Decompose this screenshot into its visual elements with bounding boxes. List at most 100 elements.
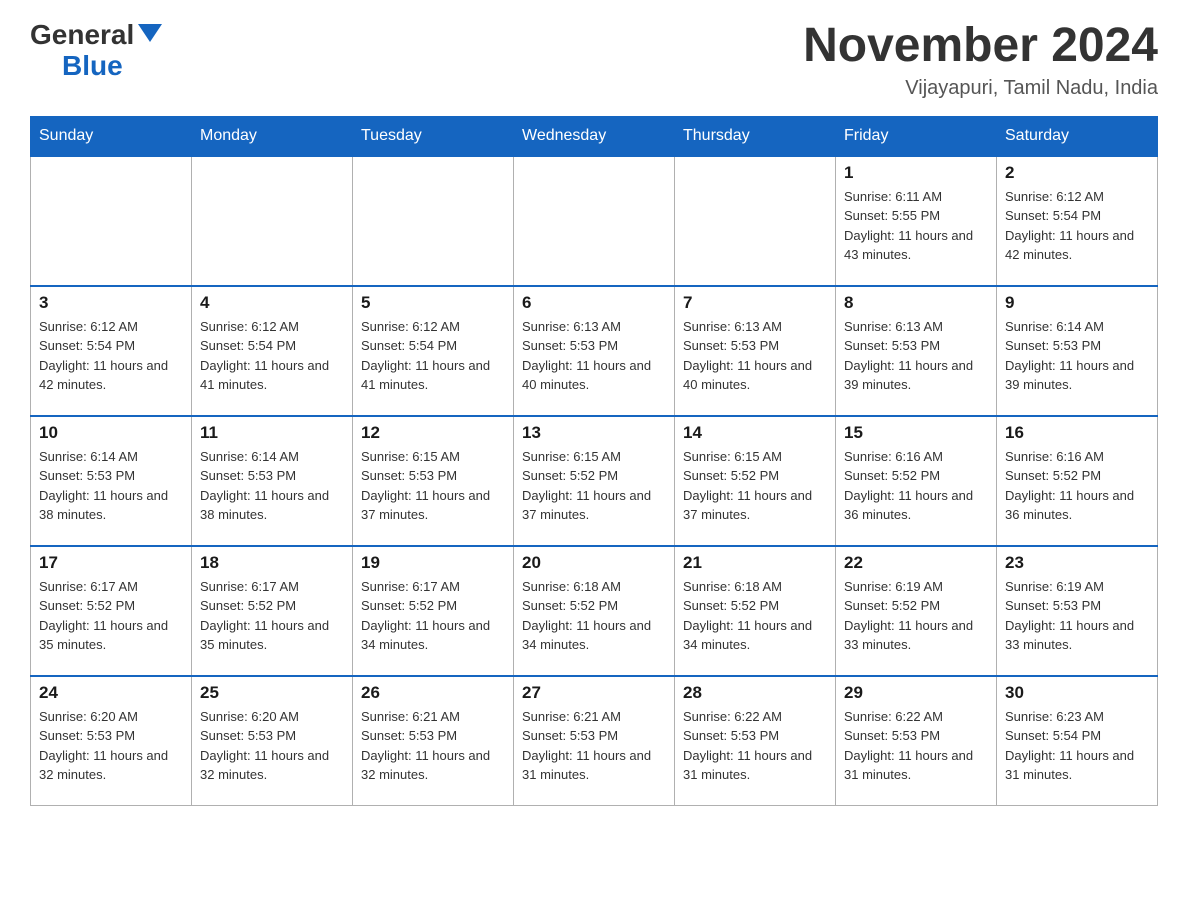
title-block: November 2024 Vijayapuri, Tamil Nadu, In…	[803, 20, 1158, 100]
cell-info-text: Sunrise: 6:17 AMSunset: 5:52 PMDaylight:…	[361, 577, 505, 655]
cell-day-number: 11	[200, 423, 344, 443]
calendar-cell	[31, 156, 192, 286]
cell-day-number: 15	[844, 423, 988, 443]
calendar-cell: 17 Sunrise: 6:17 AMSunset: 5:52 PMDayligh…	[31, 546, 192, 676]
calendar-cell: 26 Sunrise: 6:21 AMSunset: 5:53 PMDayligh…	[353, 676, 514, 806]
calendar-week-row: 24 Sunrise: 6:20 AMSunset: 5:53 PMDayligh…	[31, 676, 1158, 806]
cell-day-number: 30	[1005, 683, 1149, 703]
calendar-cell: 3 Sunrise: 6:12 AMSunset: 5:54 PMDaylight…	[31, 286, 192, 416]
calendar-cell: 2 Sunrise: 6:12 AMSunset: 5:54 PMDaylight…	[997, 156, 1158, 286]
cell-info-text: Sunrise: 6:12 AMSunset: 5:54 PMDaylight:…	[1005, 187, 1149, 265]
calendar-cell: 11 Sunrise: 6:14 AMSunset: 5:53 PMDayligh…	[192, 416, 353, 546]
cell-day-number: 6	[522, 293, 666, 313]
day-header-saturday: Saturday	[997, 116, 1158, 156]
cell-day-number: 14	[683, 423, 827, 443]
logo: General Blue	[30, 20, 162, 82]
cell-info-text: Sunrise: 6:13 AMSunset: 5:53 PMDaylight:…	[844, 317, 988, 395]
cell-day-number: 21	[683, 553, 827, 573]
calendar-cell	[192, 156, 353, 286]
day-header-tuesday: Tuesday	[353, 116, 514, 156]
cell-info-text: Sunrise: 6:15 AMSunset: 5:53 PMDaylight:…	[361, 447, 505, 525]
calendar-cell: 18Sunrise: 6:17 AMSunset: 5:52 PMDayligh…	[192, 546, 353, 676]
calendar-cell: 20 Sunrise: 6:18 AMSunset: 5:52 PMDayligh…	[514, 546, 675, 676]
cell-info-text: Sunrise: 6:12 AMSunset: 5:54 PMDaylight:…	[39, 317, 183, 395]
page-header: General Blue November 2024 Vijayapuri, T…	[30, 20, 1158, 100]
cell-day-number: 18	[200, 553, 344, 573]
calendar-cell: 27Sunrise: 6:21 AMSunset: 5:53 PMDayligh…	[514, 676, 675, 806]
day-header-friday: Friday	[836, 116, 997, 156]
calendar-header-row: SundayMondayTuesdayWednesdayThursdayFrid…	[31, 116, 1158, 156]
calendar-cell: 6 Sunrise: 6:13 AMSunset: 5:53 PMDaylight…	[514, 286, 675, 416]
day-header-sunday: Sunday	[31, 116, 192, 156]
day-header-monday: Monday	[192, 116, 353, 156]
calendar-cell: 10Sunrise: 6:14 AMSunset: 5:53 PMDayligh…	[31, 416, 192, 546]
cell-day-number: 4	[200, 293, 344, 313]
calendar-cell: 12 Sunrise: 6:15 AMSunset: 5:53 PMDayligh…	[353, 416, 514, 546]
calendar-cell: 9 Sunrise: 6:14 AMSunset: 5:53 PMDaylight…	[997, 286, 1158, 416]
cell-day-number: 29	[844, 683, 988, 703]
cell-info-text: Sunrise: 6:20 AMSunset: 5:53 PMDaylight:…	[200, 707, 344, 785]
calendar-cell: 16Sunrise: 6:16 AMSunset: 5:52 PMDayligh…	[997, 416, 1158, 546]
cell-day-number: 2	[1005, 163, 1149, 183]
calendar-cell: 25 Sunrise: 6:20 AMSunset: 5:53 PMDayligh…	[192, 676, 353, 806]
cell-day-number: 10	[39, 423, 183, 443]
cell-day-number: 9	[1005, 293, 1149, 313]
day-header-thursday: Thursday	[675, 116, 836, 156]
calendar-cell: 4 Sunrise: 6:12 AMSunset: 5:54 PMDaylight…	[192, 286, 353, 416]
calendar-title: November 2024	[803, 20, 1158, 73]
calendar-week-row: 17 Sunrise: 6:17 AMSunset: 5:52 PMDayligh…	[31, 546, 1158, 676]
cell-day-number: 24	[39, 683, 183, 703]
cell-day-number: 17	[39, 553, 183, 573]
cell-info-text: Sunrise: 6:14 AMSunset: 5:53 PMDaylight:…	[1005, 317, 1149, 395]
cell-info-text: Sunrise: 6:21 AMSunset: 5:53 PMDaylight:…	[361, 707, 505, 785]
calendar-week-row: 1Sunrise: 6:11 AMSunset: 5:55 PMDaylight…	[31, 156, 1158, 286]
calendar-cell: 13Sunrise: 6:15 AMSunset: 5:52 PMDayligh…	[514, 416, 675, 546]
calendar-cell: 5 Sunrise: 6:12 AMSunset: 5:54 PMDaylight…	[353, 286, 514, 416]
cell-info-text: Sunrise: 6:14 AMSunset: 5:53 PMDaylight:…	[200, 447, 344, 525]
cell-info-text: Sunrise: 6:12 AMSunset: 5:54 PMDaylight:…	[200, 317, 344, 395]
cell-info-text: Sunrise: 6:23 AMSunset: 5:54 PMDaylight:…	[1005, 707, 1149, 785]
cell-info-text: Sunrise: 6:18 AMSunset: 5:52 PMDaylight:…	[683, 577, 827, 655]
cell-day-number: 12	[361, 423, 505, 443]
calendar-subtitle: Vijayapuri, Tamil Nadu, India	[803, 77, 1158, 100]
calendar-cell: 23Sunrise: 6:19 AMSunset: 5:53 PMDayligh…	[997, 546, 1158, 676]
cell-day-number: 20	[522, 553, 666, 573]
cell-day-number: 7	[683, 293, 827, 313]
calendar-cell	[353, 156, 514, 286]
cell-info-text: Sunrise: 6:16 AMSunset: 5:52 PMDaylight:…	[844, 447, 988, 525]
cell-day-number: 27	[522, 683, 666, 703]
calendar-cell: 1Sunrise: 6:11 AMSunset: 5:55 PMDaylight…	[836, 156, 997, 286]
calendar-cell: 28Sunrise: 6:22 AMSunset: 5:53 PMDayligh…	[675, 676, 836, 806]
cell-day-number: 26	[361, 683, 505, 703]
cell-info-text: Sunrise: 6:13 AMSunset: 5:53 PMDaylight:…	[522, 317, 666, 395]
logo-general-text: General	[30, 20, 134, 51]
cell-day-number: 3	[39, 293, 183, 313]
cell-day-number: 19	[361, 553, 505, 573]
calendar-cell	[514, 156, 675, 286]
logo-triangle-icon	[138, 24, 162, 42]
cell-info-text: Sunrise: 6:15 AMSunset: 5:52 PMDaylight:…	[683, 447, 827, 525]
calendar-cell: 29 Sunrise: 6:22 AMSunset: 5:53 PMDayligh…	[836, 676, 997, 806]
cell-day-number: 22	[844, 553, 988, 573]
calendar-cell: 19 Sunrise: 6:17 AMSunset: 5:52 PMDayligh…	[353, 546, 514, 676]
calendar-cell: 7Sunrise: 6:13 AMSunset: 5:53 PMDaylight…	[675, 286, 836, 416]
cell-info-text: Sunrise: 6:22 AMSunset: 5:53 PMDaylight:…	[844, 707, 988, 785]
calendar-cell	[675, 156, 836, 286]
cell-info-text: Sunrise: 6:18 AMSunset: 5:52 PMDaylight:…	[522, 577, 666, 655]
calendar-cell: 24 Sunrise: 6:20 AMSunset: 5:53 PMDayligh…	[31, 676, 192, 806]
cell-info-text: Sunrise: 6:19 AMSunset: 5:53 PMDaylight:…	[1005, 577, 1149, 655]
cell-day-number: 25	[200, 683, 344, 703]
calendar-cell: 22 Sunrise: 6:19 AMSunset: 5:52 PMDayligh…	[836, 546, 997, 676]
cell-info-text: Sunrise: 6:16 AMSunset: 5:52 PMDaylight:…	[1005, 447, 1149, 525]
cell-day-number: 5	[361, 293, 505, 313]
logo-blue-text: Blue	[62, 51, 162, 82]
cell-info-text: Sunrise: 6:11 AMSunset: 5:55 PMDaylight:…	[844, 187, 988, 265]
cell-info-text: Sunrise: 6:12 AMSunset: 5:54 PMDaylight:…	[361, 317, 505, 395]
calendar-cell: 14 Sunrise: 6:15 AMSunset: 5:52 PMDayligh…	[675, 416, 836, 546]
cell-info-text: Sunrise: 6:15 AMSunset: 5:52 PMDaylight:…	[522, 447, 666, 525]
cell-info-text: Sunrise: 6:19 AMSunset: 5:52 PMDaylight:…	[844, 577, 988, 655]
cell-info-text: Sunrise: 6:20 AMSunset: 5:53 PMDaylight:…	[39, 707, 183, 785]
cell-info-text: Sunrise: 6:22 AMSunset: 5:53 PMDaylight:…	[683, 707, 827, 785]
cell-info-text: Sunrise: 6:17 AMSunset: 5:52 PMDaylight:…	[39, 577, 183, 655]
calendar-cell: 21 Sunrise: 6:18 AMSunset: 5:52 PMDayligh…	[675, 546, 836, 676]
